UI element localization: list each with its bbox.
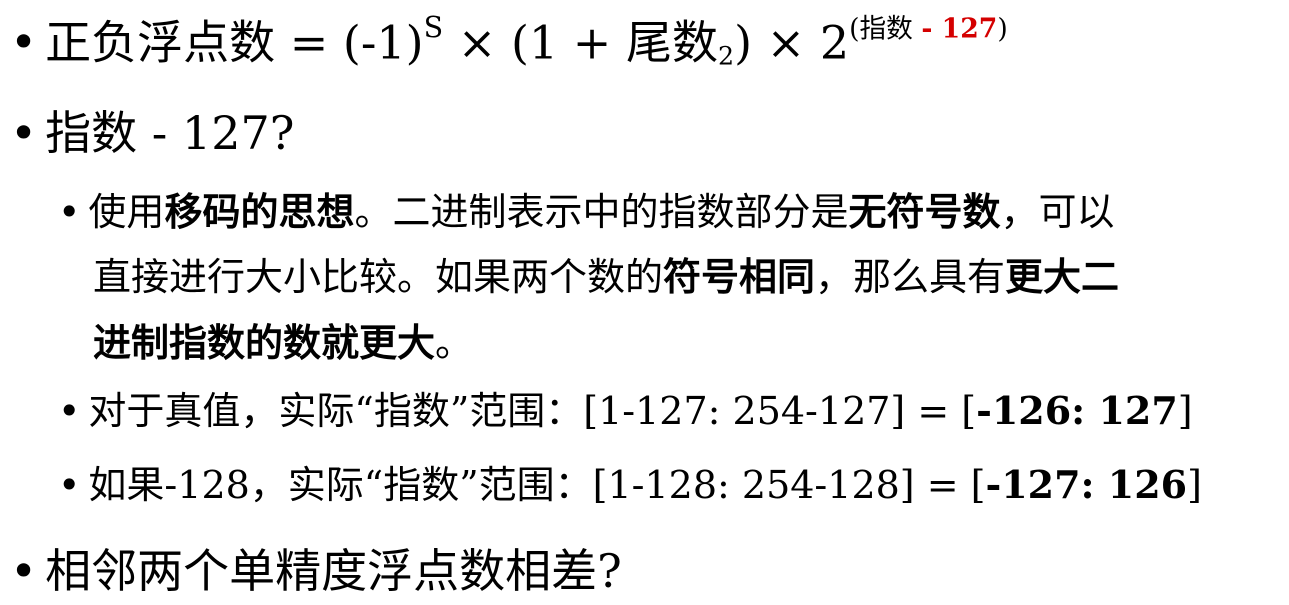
- bullet: •: [10, 15, 38, 70]
- bullet: •: [58, 190, 81, 234]
- range-128-text: 如果-128，实际“指数”范围：[1-128: 254-128] = [: [88, 463, 986, 507]
- explain-bold: 符号相同: [663, 254, 816, 299]
- range-128-line: • 如果-128，实际“指数”范围：[1-128: 254-128] = [-12…: [58, 463, 1202, 507]
- bullet: •: [58, 463, 81, 507]
- range-127-text: 对于真值，实际“指数”范围：[1-127: 254-127] = [: [88, 389, 977, 433]
- adjacent-question: • 相邻两个单精度浮点数相差?: [10, 548, 622, 594]
- explain-text: 。: [435, 321, 474, 365]
- bullet: •: [10, 106, 38, 160]
- range-127-close: ]: [1177, 389, 1193, 433]
- formula-lhs: 正负浮点数 = (-1): [45, 15, 424, 70]
- bullet: •: [10, 544, 38, 598]
- explain-bold: 移码的思想: [164, 189, 355, 234]
- formula-line: • 正负浮点数 = (-1)S × (1 + 尾数2) × 2(指数 - 127): [10, 11, 1008, 71]
- explain-text: 。二进制表示中的指数部分是: [354, 190, 849, 234]
- range-128-bold: -127: 126: [985, 462, 1188, 507]
- exponent-bias: - 127: [921, 13, 998, 45]
- exponent-open: (指数: [849, 13, 922, 45]
- range-127-bold: -126: 127: [976, 388, 1178, 433]
- exponent-close: ): [997, 13, 1008, 45]
- explain-bold: 无符号数: [848, 189, 1001, 234]
- exponent-question-text: 指数 - 127?: [45, 106, 295, 160]
- formula-power: ) × 2: [734, 15, 850, 70]
- explain-text: ，可以: [1000, 190, 1115, 234]
- explain-text: 使用: [88, 190, 165, 234]
- bullet: •: [58, 389, 81, 433]
- range-127-line: • 对于真值，实际“指数”范围：[1-127: 254-127] = [-126:…: [58, 389, 1193, 433]
- adjacent-question-text: 相邻两个单精度浮点数相差?: [45, 544, 622, 598]
- range-128-close: ]: [1187, 463, 1202, 507]
- explain-line-1: • 使用移码的思想。二进制表示中的指数部分是无符号数，可以: [58, 190, 1115, 234]
- base-subscript: 2: [717, 41, 735, 71]
- exponent-question: • 指数 - 127?: [10, 110, 294, 156]
- exponent-superscript: (指数 - 127): [849, 14, 1008, 45]
- explain-line-2: 直接进行大小比较。如果两个数的符号相同，那么具有更大二: [93, 255, 1119, 299]
- sign-superscript: S: [423, 11, 444, 44]
- explain-text: 直接进行大小比较。如果两个数的: [93, 255, 664, 299]
- explain-bold: 进制指数的数就更大: [93, 320, 436, 365]
- explain-text: ，那么具有: [815, 255, 1006, 299]
- explain-bold: 更大二: [1005, 254, 1120, 299]
- explain-line-3: 进制指数的数就更大。: [93, 321, 474, 365]
- formula-mantissa: × (1 + 尾数: [443, 15, 718, 70]
